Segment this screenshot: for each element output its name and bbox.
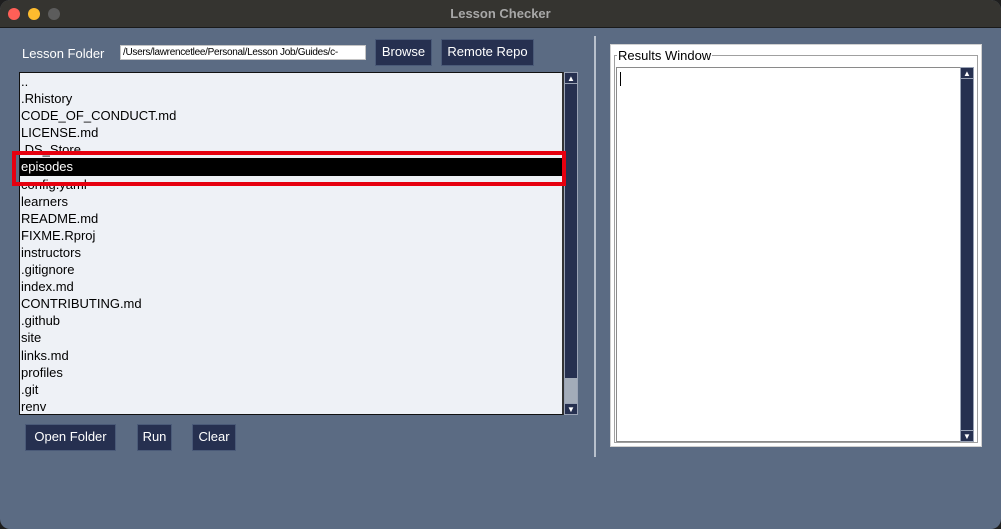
file-list-item[interactable]: links.md xyxy=(20,347,562,364)
file-list-item[interactable]: renv xyxy=(20,398,562,414)
file-list-item[interactable]: config.yaml xyxy=(20,176,562,193)
file-list-item[interactable]: CONTRIBUTING.md xyxy=(20,295,562,312)
panel-divider xyxy=(594,36,596,457)
results-text xyxy=(617,68,960,74)
results-scrollbar[interactable]: ▲ ▼ xyxy=(960,67,974,442)
file-list-item[interactable]: .github xyxy=(20,312,562,329)
file-list-item[interactable]: learners xyxy=(20,193,562,210)
run-button[interactable]: Run xyxy=(137,424,172,451)
file-list-item[interactable]: LICENSE.md xyxy=(20,124,562,141)
scroll-down-arrow-icon[interactable]: ▼ xyxy=(565,403,577,414)
text-caret xyxy=(620,72,621,86)
file-list-item[interactable]: index.md xyxy=(20,278,562,295)
file-listbox[interactable]: .. .Rhistory CODE_OF_CONDUCT.md LICENSE.md.… xyxy=(19,72,564,415)
results-window-title: Results Window xyxy=(617,48,713,63)
clear-button[interactable]: Clear xyxy=(192,424,236,451)
file-list-item[interactable]: site xyxy=(20,329,562,346)
folder-path-input[interactable]: /Users/lawrencetlee/Personal/Lesson Job/… xyxy=(120,45,366,60)
file-list-item[interactable]: .Rhistory xyxy=(20,90,562,107)
open-folder-button[interactable]: Open Folder xyxy=(25,424,116,451)
file-list-item[interactable]: .. xyxy=(20,73,562,90)
lesson-folder-label: Lesson Folder xyxy=(22,46,105,61)
file-list-item[interactable]: episodes xyxy=(20,158,562,176)
results-scroll-up-arrow-icon[interactable]: ▲ xyxy=(961,68,973,79)
scrollbar-thumb[interactable] xyxy=(565,378,577,404)
file-list-item[interactable]: CODE_OF_CONDUCT.md xyxy=(20,107,562,124)
file-list: .. .Rhistory CODE_OF_CONDUCT.md LICENSE.md.… xyxy=(20,73,562,414)
remote-repo-button[interactable]: Remote Repo xyxy=(441,39,534,66)
file-list-item[interactable]: README.md xyxy=(20,210,562,227)
scroll-up-arrow-icon[interactable]: ▲ xyxy=(565,73,577,84)
file-list-item[interactable]: FIXME.Rproj xyxy=(20,227,562,244)
browse-button[interactable]: Browse xyxy=(375,39,432,66)
app-window: Lesson Checker Lesson Folder /Users/lawr… xyxy=(0,0,1001,529)
title-bar: Lesson Checker xyxy=(0,0,1001,28)
file-list-item[interactable]: .git xyxy=(20,381,562,398)
file-list-item[interactable]: .DS_Store xyxy=(20,141,562,158)
results-scroll-down-arrow-icon[interactable]: ▼ xyxy=(961,430,973,441)
file-list-scrollbar[interactable]: ▲ ▼ xyxy=(564,72,578,415)
results-textarea[interactable] xyxy=(616,67,961,442)
file-list-item[interactable]: instructors xyxy=(20,244,562,261)
file-list-item[interactable]: profiles xyxy=(20,364,562,381)
window-title: Lesson Checker xyxy=(450,6,551,21)
file-list-item[interactable]: .gitignore xyxy=(20,261,562,278)
